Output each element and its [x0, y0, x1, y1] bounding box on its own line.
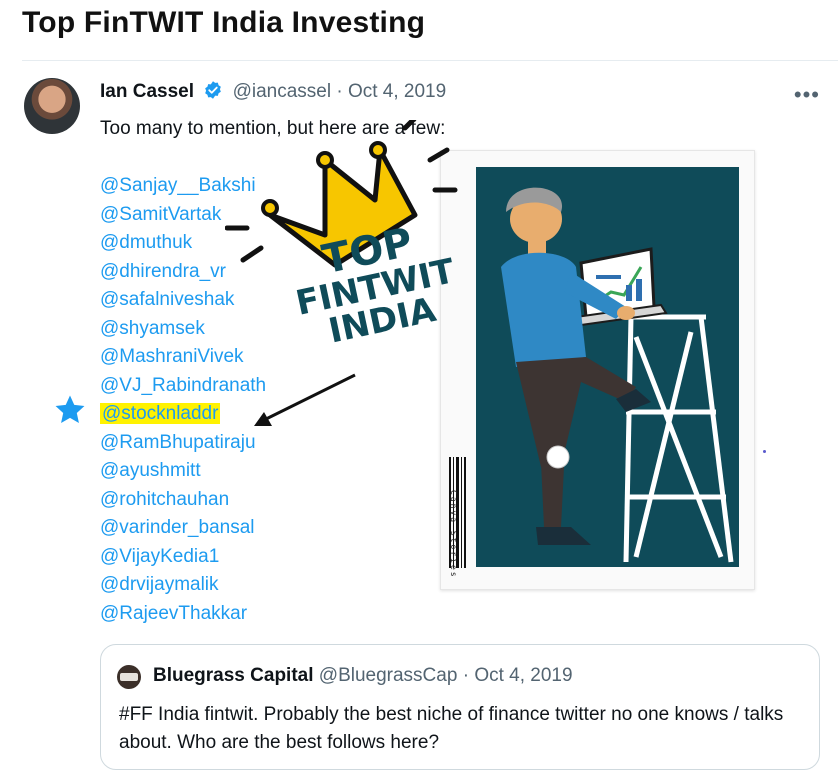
separator: · — [336, 81, 343, 102]
quoted-separator: · — [462, 665, 470, 686]
quoted-author-handle[interactable]: @BluegrassCap — [319, 665, 458, 686]
mention-link[interactable]: @RamBhupatiraju — [100, 429, 266, 458]
mention-link[interactable]: @VJ_Rabindranath — [100, 372, 266, 401]
mention-link[interactable]: @VijayKedia1 — [100, 543, 266, 572]
quoted-tweet-card[interactable]: Bluegrass Capital @BluegrassCap · Oct 4,… — [100, 644, 820, 770]
author-name[interactable]: Ian Cassel — [100, 81, 194, 102]
tweet-date[interactable]: Oct 4, 2019 — [348, 81, 446, 102]
mention-link[interactable]: @rohitchauhan — [100, 486, 266, 515]
quoted-tweet-text: #FF India fintwit. Probably the best nic… — [119, 704, 784, 753]
mention-link[interactable]: @ayushmitt — [100, 457, 266, 486]
person-at-desk-illustration — [501, 187, 734, 563]
mention-link[interactable]: @safalniveshak — [100, 286, 266, 315]
mention-link-highlighted[interactable]: @stocknladdr — [100, 400, 266, 429]
more-options-icon[interactable]: ••• — [794, 82, 820, 108]
poster-illustration — [476, 167, 739, 567]
mention-link[interactable]: @MashraniVivek — [100, 343, 266, 372]
mention-link[interactable]: @shyamsek — [100, 315, 266, 344]
quoted-tweet-date[interactable]: Oct 4, 2019 — [474, 665, 572, 686]
arrow-icon — [254, 373, 356, 426]
verified-badge-icon — [205, 81, 222, 99]
quoted-tweet-header: Bluegrass Capital @BluegrassCap · Oct 4,… — [153, 665, 573, 687]
mention-link[interactable]: @RajeevThakkar — [100, 600, 266, 629]
quoted-avatar[interactable] — [117, 665, 141, 689]
mention-link[interactable]: @varinder_bansal — [100, 514, 266, 543]
avatar[interactable] — [24, 78, 80, 134]
mention-link[interactable]: @drvijaymalik — [100, 571, 266, 600]
tweet-header: Ian Cassel @iancassel · Oct 4, 2019 — [100, 80, 446, 103]
divider — [22, 60, 838, 61]
star-icon — [55, 395, 85, 424]
quoted-author-name[interactable]: Bluegrass Capital — [153, 665, 314, 686]
stray-dot — [763, 450, 766, 453]
barcode-caption: Canva Stories — [449, 490, 458, 579]
page-title: Top FinTWIT India Investing — [22, 6, 426, 39]
author-handle[interactable]: @iancassel — [233, 81, 332, 102]
